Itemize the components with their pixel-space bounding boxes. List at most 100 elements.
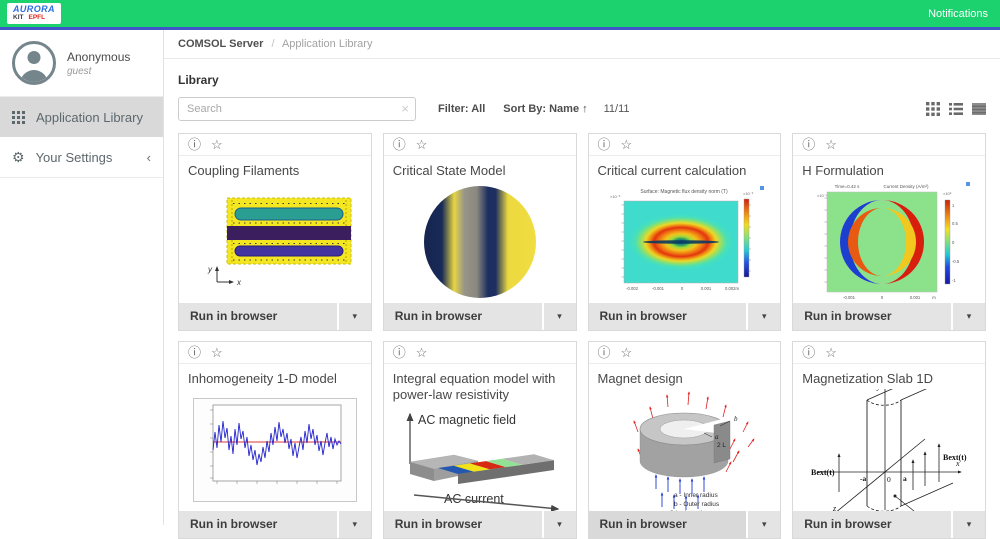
- l-label: 2 L: [717, 442, 726, 449]
- app-card-critical-current-calculation: ⓘ ☆ Critical current calculation: [588, 133, 782, 331]
- avatar: [12, 41, 56, 85]
- a-label: a: [903, 474, 907, 483]
- x-tick: 0: [681, 286, 684, 291]
- sort-ascending-icon: ↑: [582, 103, 588, 115]
- run-options-dropdown[interactable]: ▾: [544, 303, 576, 330]
- result-count: 11/11: [604, 103, 630, 115]
- toolbar: × Filter: All Sort By: Name ↑ 11/11: [178, 97, 986, 121]
- x-tick: -0.001: [652, 286, 665, 291]
- logo-title: AURORA: [13, 5, 55, 14]
- cb-tick: 1: [952, 203, 955, 208]
- breadcrumb-current: Application Library: [282, 38, 373, 50]
- star-icon[interactable]: ☆: [825, 346, 837, 359]
- star-icon[interactable]: ☆: [416, 138, 428, 151]
- x-tick: 0: [881, 295, 884, 300]
- run-options-dropdown[interactable]: ▾: [953, 303, 985, 330]
- card-thumbnail: [179, 389, 371, 511]
- gear-icon: ⚙: [12, 150, 25, 164]
- search-box: ×: [178, 97, 416, 121]
- info-icon[interactable]: ⓘ: [188, 138, 201, 151]
- card-thumbnail: b a 2 L a - Inner radius b - Outer radiu…: [589, 389, 781, 511]
- app-card-h-formulation: ⓘ ☆ H Formulation: [792, 133, 986, 331]
- search-input[interactable]: [178, 97, 416, 121]
- filter-control[interactable]: Filter: All: [438, 103, 485, 115]
- breadcrumb-root[interactable]: COMSOL Server: [178, 38, 263, 50]
- star-icon[interactable]: ☆: [621, 346, 633, 359]
- card-title: Coupling Filaments: [179, 156, 371, 181]
- time-label: Time=0.42 s: [835, 184, 860, 189]
- axis-z: z: [832, 504, 837, 511]
- chevron-left-icon[interactable]: ‹: [147, 150, 151, 165]
- card-title: H Formulation: [793, 156, 985, 181]
- sort-control[interactable]: Sort By: Name ↑: [503, 103, 587, 115]
- app-card-integral-equation-model: ⓘ ☆ Integral equation model with power-l…: [383, 341, 577, 539]
- axis-x-label: x: [236, 278, 242, 287]
- info-icon[interactable]: ⓘ: [393, 138, 406, 151]
- info-icon[interactable]: ⓘ: [802, 346, 815, 359]
- run-in-browser-button[interactable]: Run in browser: [793, 303, 951, 330]
- info-icon[interactable]: ⓘ: [802, 138, 815, 151]
- exp-left: ×10⁻³: [610, 194, 621, 199]
- legend-line: a - Inner radius: [674, 492, 718, 499]
- minus-a-label: -a: [860, 474, 866, 483]
- x-tick: -0.001: [843, 295, 856, 300]
- b-ext-left-label: Bext(t): [811, 468, 835, 477]
- axis-y-label: y: [207, 265, 213, 274]
- card-title: Critical current calculation: [589, 156, 781, 181]
- star-icon[interactable]: ☆: [621, 138, 633, 151]
- app-card-magnetization-slab-1d: ⓘ ☆ Magnetization Slab 1D: [792, 341, 986, 539]
- run-in-browser-button[interactable]: Run in browser: [384, 303, 542, 330]
- grid-view-icon[interactable]: [926, 102, 940, 116]
- card-title: Integral equation model with power-law r…: [384, 364, 576, 406]
- exp-left: ×10⁻⁴: [817, 193, 828, 198]
- cb-tick: -1: [952, 278, 956, 283]
- card-title: Inhomogeneity 1-D model: [179, 364, 371, 389]
- x-tick: m: [932, 295, 936, 300]
- card-thumbnail: AC magnetic field AC current: [384, 406, 576, 512]
- sidebar-item-your-settings[interactable]: ⚙ Your Settings ‹: [0, 137, 163, 178]
- star-icon[interactable]: ☆: [416, 346, 428, 359]
- list-view-icon[interactable]: [949, 102, 963, 116]
- card-thumbnail: Surface: Magnetic flux density norm (T) …: [589, 181, 781, 303]
- notifications-link[interactable]: Notifications: [928, 8, 988, 20]
- run-in-browser-button[interactable]: Run in browser: [179, 303, 337, 330]
- info-icon[interactable]: ⓘ: [188, 346, 201, 359]
- star-icon[interactable]: ☆: [211, 138, 223, 151]
- compact-view-icon[interactable]: [972, 102, 986, 116]
- clear-search-icon[interactable]: ×: [401, 102, 409, 115]
- a-label: a: [715, 433, 719, 441]
- user-role: guest: [67, 66, 130, 77]
- user-box: Anonymous guest: [0, 30, 163, 97]
- star-icon[interactable]: ☆: [825, 138, 837, 151]
- x-tick: 0.001: [910, 295, 921, 300]
- app-card-critical-state-model: ⓘ ☆ Critical State Model: [383, 133, 577, 331]
- info-icon[interactable]: ⓘ: [393, 346, 406, 359]
- app-card-inhomogeneity-1d-model: ⓘ ☆ Inhomogeneity 1-D model: [178, 341, 372, 539]
- app-card-magnet-design: ⓘ ☆ Magnet design: [588, 341, 782, 539]
- cb-exp: ×10⁸: [943, 191, 952, 196]
- field-label: AC magnetic field: [418, 413, 516, 427]
- card-title: Magnetization Slab 1D: [793, 364, 985, 389]
- run-in-browser-button[interactable]: Run in browser: [589, 303, 747, 330]
- avatar-person-icon: [28, 51, 41, 64]
- card-thumbnail: Time=0.42 s Current Density (A/m²) ×10⁻⁴: [793, 181, 985, 303]
- sidebar-item-label: Application Library: [36, 110, 143, 125]
- card-footer: Run in browser ▾: [793, 303, 985, 330]
- logo-kit: KIT: [13, 15, 23, 22]
- grid-icon: [12, 111, 25, 124]
- b-label: b: [734, 415, 738, 423]
- sidebar-item-application-library[interactable]: Application Library: [0, 97, 163, 137]
- x-tick: -0.002: [626, 286, 639, 291]
- cb-tick: -0.5: [952, 259, 960, 264]
- card-thumbnail: y x: [179, 181, 371, 303]
- run-options-dropdown[interactable]: ▾: [339, 303, 371, 330]
- zero-label: 0: [887, 475, 891, 484]
- sidebar-item-label: Your Settings: [36, 150, 113, 165]
- info-icon[interactable]: ⓘ: [598, 138, 611, 151]
- run-options-dropdown[interactable]: ▾: [748, 303, 780, 330]
- user-name: Anonymous: [67, 50, 130, 64]
- b-ext-right-label: Bext(t): [943, 453, 967, 462]
- aurora-logo: AURORA KIT EPFL: [7, 3, 61, 24]
- star-icon[interactable]: ☆: [211, 346, 223, 359]
- info-icon[interactable]: ⓘ: [598, 346, 611, 359]
